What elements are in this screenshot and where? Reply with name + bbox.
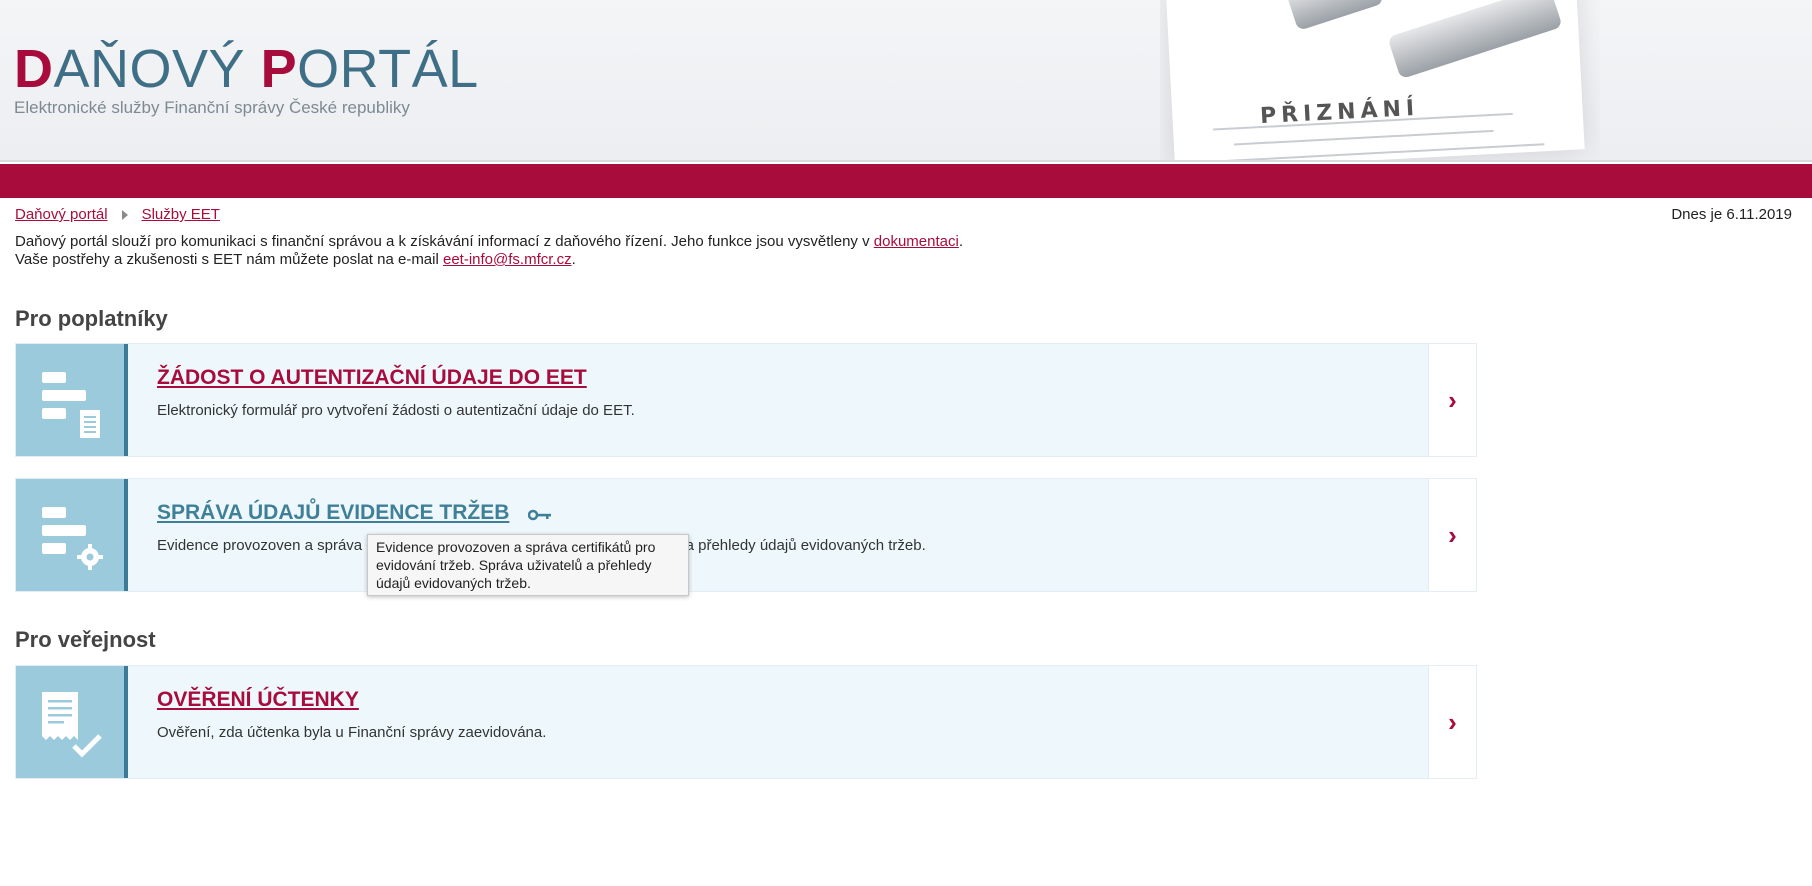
service-card-overeni[interactable]: OVĚŘENÍ ÚČTENKY Ověření, zda účtenka byl… [15,665,1477,779]
header-red-band [0,164,1812,198]
receipt-check-icon [16,666,128,778]
chevron-right-icon[interactable]: › [1428,344,1476,456]
card-description: Elektronický formulář pro vytvoření žádo… [157,402,635,419]
intro-line-1: Daňový portál slouží pro komunikaci s fi… [15,233,963,250]
site-header: DAŇOVÝ PORTÁL Elektronické služby Finanč… [0,0,1812,162]
documentation-link[interactable]: dokumentaci [874,233,959,250]
breadcrumb-link-danovy-portal[interactable]: Daňový portál [15,206,108,223]
current-date: Dnes je 6.11.2019 [1671,206,1792,223]
form-document-icon [16,344,128,456]
section-title-pro-verejnost: Pro veřejnost [15,627,156,652]
email-link[interactable]: eet-info@fs.mfcr.cz [443,251,572,268]
hover-tooltip: Evidence provozoven a správa certifikátů… [367,534,689,596]
intro-line-2: Vaše postřehy a zkušenosti s EET nám můž… [15,251,576,268]
header-tax-form-illustration: PŘIZNÁNÍ [1160,0,1600,160]
section-title-pro-poplatniky: Pro poplatníky [15,306,168,331]
card-body: ŽÁDOST O AUTENTIZAČNÍ ÚDAJE DO EET Elekt… [157,366,635,419]
card-title-link[interactable]: OVĚŘENÍ ÚČTENKY [157,688,359,712]
breadcrumb: Daňový portál Služby EET [15,206,220,223]
card-title-link[interactable]: ŽÁDOST O AUTENTIZAČNÍ ÚDAJE DO EET [157,366,587,390]
intro-text: Daňový portál slouží pro komunikaci s fi… [15,233,963,269]
card-description: Ověření, zda účtenka byla u Finanční spr… [157,724,547,741]
service-card-zadost[interactable]: ŽÁDOST O AUTENTIZAČNÍ ÚDAJE DO EET Elekt… [15,343,1477,457]
breadcrumb-link-sluzby-eet[interactable]: Služby EET [142,206,220,223]
chevron-right-icon[interactable]: › [1428,479,1476,591]
card-title-link[interactable]: SPRÁVA ÚDAJŮ EVIDENCE TRŽEB [157,501,509,525]
service-card-sprava[interactable]: SPRÁVA ÚDAJŮ EVIDENCE TRŽEB Evidence pro… [15,478,1477,592]
portal-logo[interactable]: DAŇOVÝ PORTÁL Elektronické služby Finanč… [14,39,479,118]
breadcrumb-separator-icon [121,209,128,220]
chevron-right-icon[interactable]: › [1428,666,1476,778]
card-body: OVĚŘENÍ ÚČTENKY Ověření, zda účtenka byl… [157,688,546,741]
logo-title: DAŇOVÝ PORTÁL [14,39,479,99]
form-gear-icon [16,479,128,591]
key-icon [527,509,551,521]
logo-subtitle: Elektronické služby Finanční správy Česk… [14,98,410,117]
